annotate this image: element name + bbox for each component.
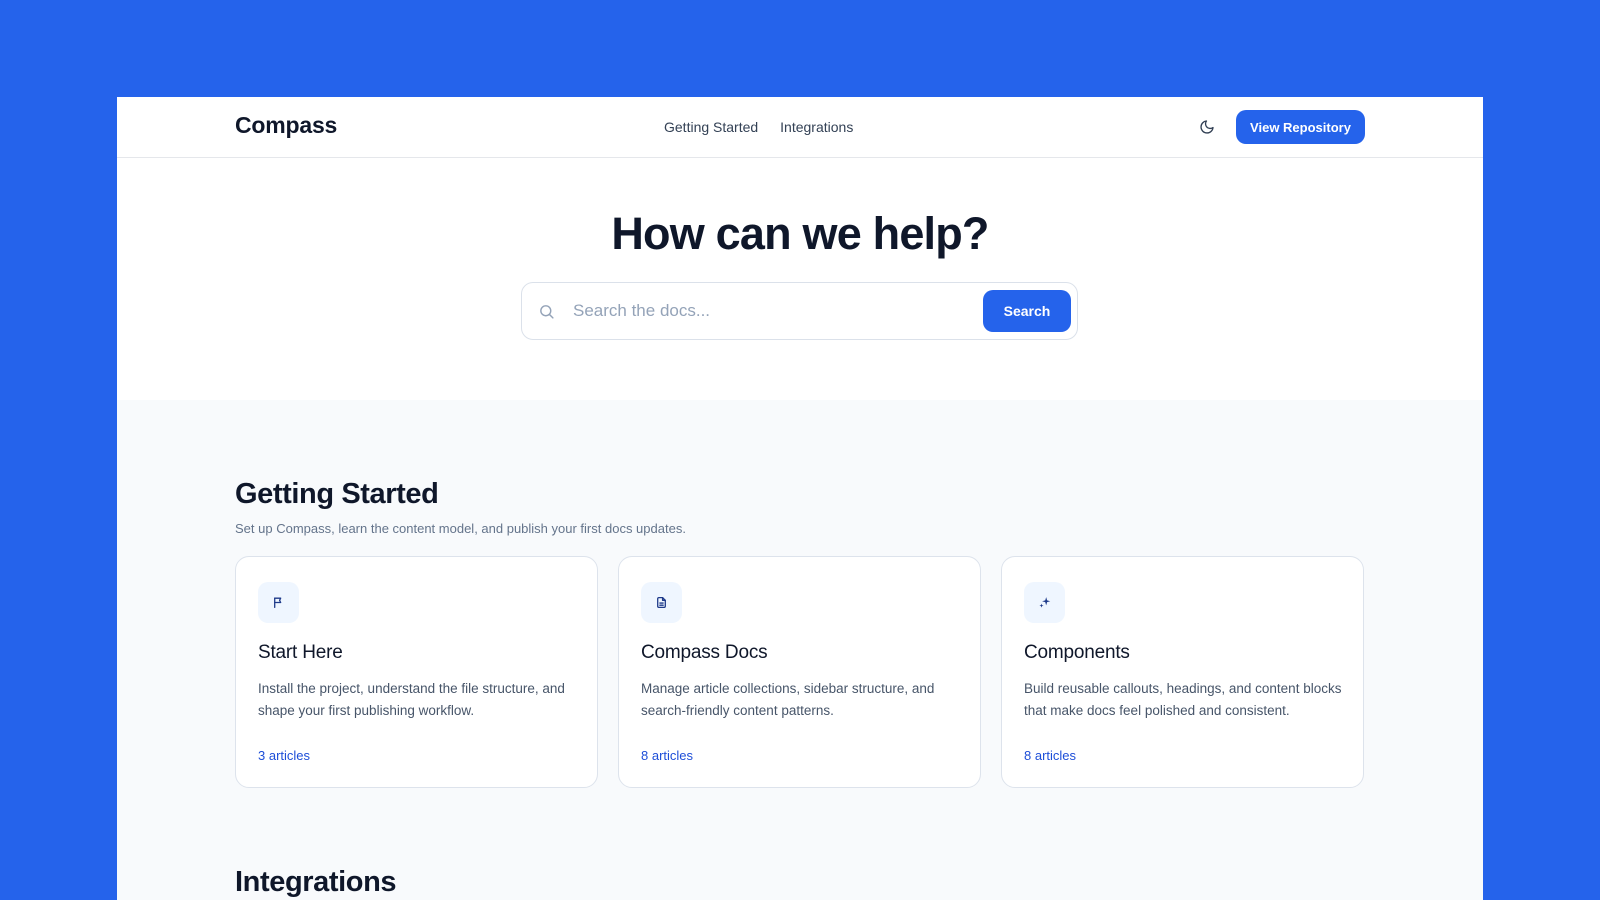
card-title: Components [1024,642,1130,663]
card-compass-docs[interactable]: Compass Docs Manage article collections,… [618,556,981,788]
nav-getting-started[interactable]: Getting Started [664,119,758,135]
search-icon [536,301,556,321]
top-navigation-bar: Compass Getting Started Integrations Vie… [117,97,1483,158]
theme-toggle-button[interactable] [1196,116,1218,138]
card-description: Build reusable callouts, headings, and c… [1024,681,1342,718]
nav-integrations[interactable]: Integrations [780,119,853,135]
view-repository-button[interactable]: View Repository [1236,110,1365,144]
docs-page: Compass Getting Started Integrations Vie… [117,97,1483,900]
getting-started-heading: Getting Started [235,478,439,510]
getting-started-subtitle: Set up Compass, learn the content model,… [235,521,686,536]
content-area: Getting Started Set up Compass, learn th… [117,400,1483,900]
card-start-here[interactable]: Start Here Install the project, understa… [235,556,598,788]
flag-icon [258,582,299,623]
search-input[interactable] [571,300,971,322]
integrations-heading: Integrations [235,866,397,898]
card-title: Compass Docs [641,642,768,663]
search-bar: Search [521,282,1078,340]
card-title: Start Here [258,642,343,663]
brand-logo[interactable]: Compass [235,112,337,139]
card-description: Install the project, understand the file… [258,681,565,718]
card-components[interactable]: Components Build reusable callouts, head… [1001,556,1364,788]
card-article-count[interactable]: 8 articles [641,748,693,763]
sparkle-icon [1024,582,1065,623]
main-nav: Getting Started Integrations [664,119,853,135]
card-article-count[interactable]: 8 articles [1024,748,1076,763]
search-button[interactable]: Search [983,290,1071,332]
card-description: Manage article collections, sidebar stru… [641,681,935,718]
card-article-count[interactable]: 3 articles [258,748,310,763]
hero-section: How can we help? [117,158,1483,398]
moon-icon [1200,120,1214,134]
hero-title: How can we help? [611,208,989,259]
document-icon [641,582,682,623]
category-cards: Start Here Install the project, understa… [235,556,1364,788]
